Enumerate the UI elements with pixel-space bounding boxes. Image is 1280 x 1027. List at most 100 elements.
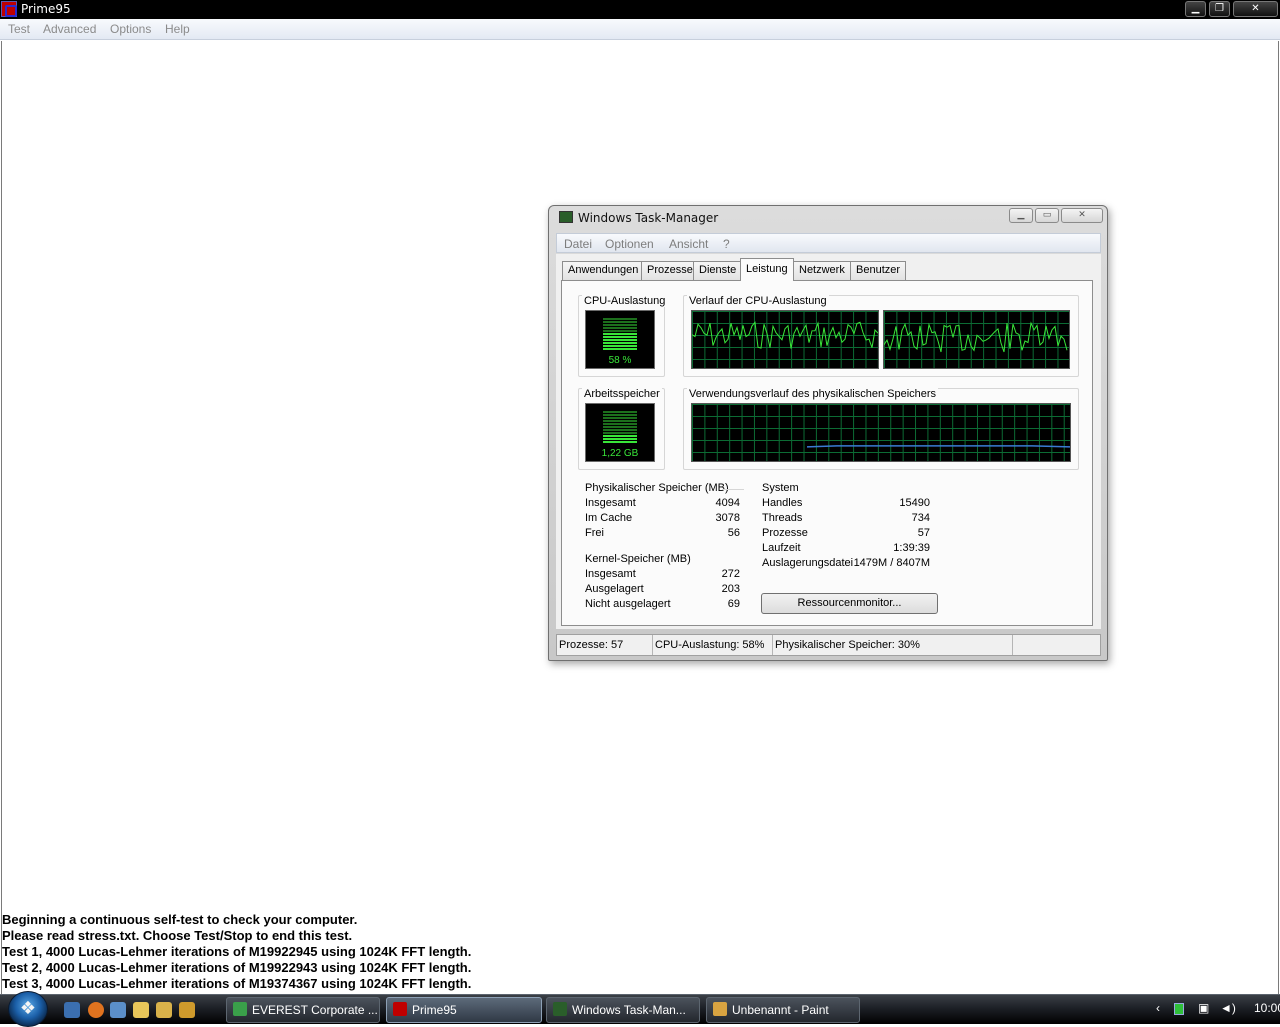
tm-menu-ansicht[interactable]: Ansicht [669,237,708,251]
trophy-icon[interactable] [156,1002,172,1018]
task-manager-title: Windows Task-Manager [559,211,718,229]
network-icon[interactable]: ▣ [1198,1001,1209,1015]
status-cpu: CPU-Auslastung: 58% [653,635,773,655]
stat-label: Prozesse [762,527,808,539]
log-line: Test 1, 4000 Lucas-Lehmer iterations of … [2,944,472,959]
cpu-usage-value: 58 % [608,355,632,366]
cpu-meter-bar [603,336,637,338]
tm-menu-datei[interactable]: Datei [564,237,592,251]
physical-memory-title: Physikalischer Speicher (MB) [585,482,729,494]
cpu-meter-bar [603,321,637,323]
tm-status-bar: Prozesse: 57 CPU-Auslastung: 58% Physika… [556,634,1101,656]
system-title: System [762,482,799,494]
firefox-icon[interactable] [88,1002,104,1018]
tm-menu-help[interactable]: ? [723,237,730,251]
memory-meter-bar [603,432,637,434]
stat-row: Handles 15490 [762,497,930,512]
stat-row: Auslagerungsdatei 1479M / 8407M [762,557,930,572]
taskbar-button-everest[interactable]: EVEREST Corporate ... [226,997,380,1023]
everest-icon [233,1002,247,1016]
stat-label: Ausgelagert [585,583,644,595]
taskbar-label: Windows Task-Man... [572,1003,686,1017]
cpu-history-group: Verlauf der CPU-Auslastung [683,295,1079,377]
status-processes: Prozesse: 57 [557,635,653,655]
memory-meter: 1,22 GB [585,403,655,462]
taskbar-button-paint[interactable]: Unbenannt - Paint [706,997,860,1023]
clock[interactable]: 10:00 [1254,1001,1280,1015]
cpu-meter-bar [603,339,637,341]
memory-label: Arbeitsspeicher [582,388,662,400]
stat-row: Im Cache 3078 [585,512,740,527]
stat-row: Laufzeit 1:39:39 [762,542,930,557]
log-line: Test 3, 4000 Lucas-Lehmer iterations of … [2,976,472,991]
kernel-memory-title: Kernel-Speicher (MB) [585,553,691,565]
stat-value: 272 [721,568,740,580]
cpu-usage-group: CPU-Auslastung 58 % [578,295,668,377]
stat-value: 69 [727,598,740,610]
performance-panel: CPU-Auslastung 58 % Verlauf der CPU-Ausl… [561,280,1093,626]
memory-meter-bar [603,435,637,437]
tab-dienste[interactable]: Dienste [693,261,743,280]
taskbar-button-task-manager[interactable]: Windows Task-Man... [546,997,700,1023]
cpu-meter-bar [603,342,637,344]
log-line: Test 2, 4000 Lucas-Lehmer iterations of … [2,960,472,975]
stat-value: 734 [911,512,930,524]
log-line: Please read stress.txt. Choose Test/Stop… [2,928,353,943]
tool-icon[interactable] [179,1002,195,1018]
memory-meter-bar [603,414,637,416]
tm-close-button[interactable]: ✕ [1061,208,1103,223]
tm-menu-optionen[interactable]: Optionen [605,237,654,251]
cpu-usage-bars [603,318,637,350]
resource-monitor-button[interactable]: Ressourcenmonitor... [761,593,938,614]
menu-advanced[interactable]: Advanced [43,22,96,36]
stat-row: Prozesse 57 [762,527,930,542]
kernel-memory-table: Insgesamt 272 Ausgelagert 203 Nicht ausgel… [585,568,740,613]
menu-options[interactable]: Options [110,22,151,36]
volume-icon[interactable]: ◄) [1220,1001,1236,1015]
stat-value: 15490 [899,497,930,509]
window-title: Prime95 [21,2,71,16]
cpu-usage-label: CPU-Auslastung [582,295,668,307]
tab-netzwerk[interactable]: Netzwerk [793,261,851,280]
folder-icon[interactable] [133,1002,149,1018]
stat-label: Im Cache [585,512,633,524]
tab-prozesse[interactable]: Prozesse [641,261,699,280]
stat-label: Insgesamt [585,497,636,509]
prime95-log: Beginning a continuous self-test to chec… [2,912,702,992]
tab-benutzer[interactable]: Benutzer [850,261,907,280]
stat-value: 1479M / 8407M [853,557,930,569]
cpu-meter-bar [603,327,637,329]
memory-meter-bar [603,438,637,440]
memory-group: Arbeitsspeicher 1,22 GB [578,388,665,470]
stat-row: Threads 734 [762,512,930,527]
close-button[interactable]: ✕ [1233,1,1278,17]
tab-leistung[interactable]: Leistung [740,258,794,281]
menu-help[interactable]: Help [165,22,190,36]
tab-anwendungen[interactable]: Anwendungen [562,261,645,280]
restore-button[interactable]: ❐ [1209,1,1230,17]
tm-maximize-button[interactable]: ▭ [1035,208,1059,223]
memory-meter-bar [603,420,637,422]
taskbar: EVEREST Corporate ... Prime95 Windows Ta… [0,991,1280,1027]
stat-label: Laufzeit [762,542,801,554]
show-desktop-icon[interactable] [64,1002,80,1018]
stat-label: Nicht ausgelagert [585,598,671,610]
memory-value: 1,22 GB [601,448,639,459]
prime95-icon [393,1002,407,1016]
start-button[interactable] [8,991,48,1027]
system-table: Handles 15490 Threads 734 Prozesse 57 Laufz… [762,497,930,572]
tm-body: Anwendungen Prozesse Dienste Leistung Ne… [556,254,1101,629]
network-tool-icon[interactable] [110,1002,126,1018]
memory-history-graph [691,403,1071,462]
tray-monitor-icon[interactable] [1174,1003,1184,1015]
tray-expand-icon[interactable]: ‹ [1156,1001,1160,1015]
cpu-usage-meter: 58 % [585,310,655,369]
stat-label: Auslagerungsdatei [762,557,854,569]
stat-label: Threads [762,512,803,524]
menu-test[interactable]: Test [8,22,30,36]
taskbar-label: EVEREST Corporate ... [252,1003,378,1017]
tm-minimize-button[interactable]: ▁ [1009,208,1033,223]
taskbar-button-prime95[interactable]: Prime95 [386,997,542,1023]
minimize-button[interactable]: ▁ [1185,1,1206,17]
system-tray: ‹ ▣ ◄) 10:00 [1150,995,1280,1025]
